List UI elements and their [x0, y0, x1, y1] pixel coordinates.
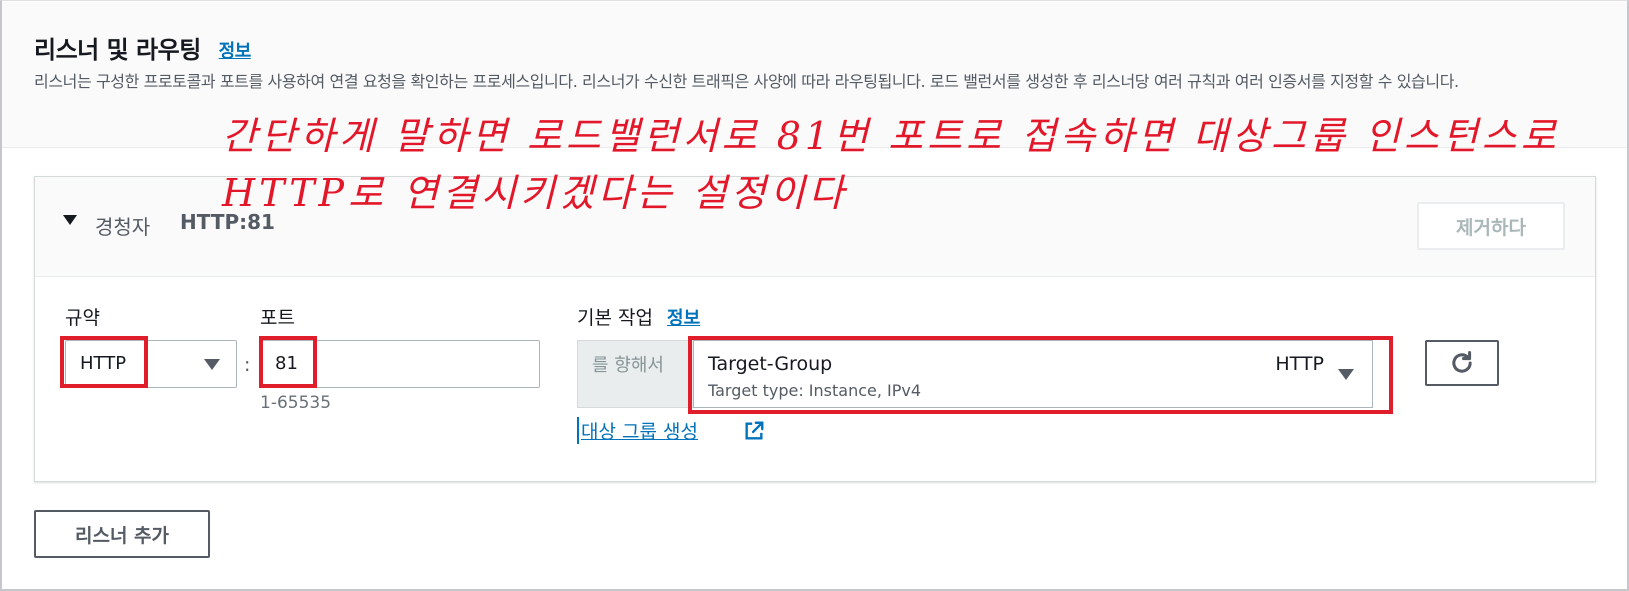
- target-group-select[interactable]: Target-Group Target type: Instance, IPv4…: [693, 340, 1373, 408]
- listener-card: 경청자 HTTP:81 제거하다 규약 포트 기본 작업 정보 HTTP : 8…: [34, 176, 1596, 482]
- target-group-protocol: HTTP: [1275, 353, 1324, 375]
- chevron-down-icon: [1338, 369, 1354, 380]
- port-input[interactable]: 81: [260, 340, 540, 388]
- default-action-info-link[interactable]: 정보: [667, 308, 700, 329]
- protocol-port-separator: :: [244, 354, 251, 376]
- target-group-name: Target-Group: [708, 353, 833, 375]
- listener-header-label: 경청자: [95, 215, 151, 239]
- protocol-select-value: HTTP: [80, 353, 127, 374]
- protocol-label: 규약: [65, 307, 100, 329]
- forward-to-prefix-text: 를 향해서: [592, 355, 664, 376]
- target-group-type: Target type: Instance, IPv4: [708, 381, 922, 400]
- refresh-icon: [1452, 350, 1472, 373]
- remove-listener-button[interactable]: 제거하다: [1417, 202, 1565, 250]
- caret-down-icon[interactable]: [63, 215, 77, 225]
- add-listener-button[interactable]: 리스너 추가: [34, 510, 210, 558]
- section-description: 리스너는 구성한 프로토콜과 포트를 사용하여 연결 요청을 확인하는 프로세스…: [34, 72, 1459, 91]
- port-label: 포트: [260, 307, 295, 329]
- section-title-text: 리스너 및 라우팅: [34, 36, 201, 64]
- section-title: 리스너 및 라우팅 정보: [34, 30, 251, 65]
- default-action-label: 기본 작업 정보: [577, 303, 700, 330]
- chevron-down-icon: [204, 359, 220, 370]
- port-input-value: 81: [275, 353, 298, 374]
- forward-to-prefix: 를 향해서: [577, 340, 694, 408]
- refresh-button[interactable]: [1425, 340, 1499, 386]
- section-info-link[interactable]: 정보: [219, 41, 252, 62]
- create-target-group-link[interactable]: 대상 그룹 생성: [577, 417, 698, 444]
- protocol-select[interactable]: HTTP: [65, 340, 237, 388]
- default-action-label-text: 기본 작업: [577, 307, 653, 329]
- external-link-icon[interactable]: [743, 420, 765, 442]
- port-range-hint: 1-65535: [260, 393, 332, 413]
- annotation-line-1: 간단하게 말하면 로드밸런서로 81번 포트로 접속하면 대상그룹 인스턴스로: [222, 114, 1560, 158]
- annotation-line-2: HTTP로 연결시키겠다는 설정이다: [222, 171, 848, 215]
